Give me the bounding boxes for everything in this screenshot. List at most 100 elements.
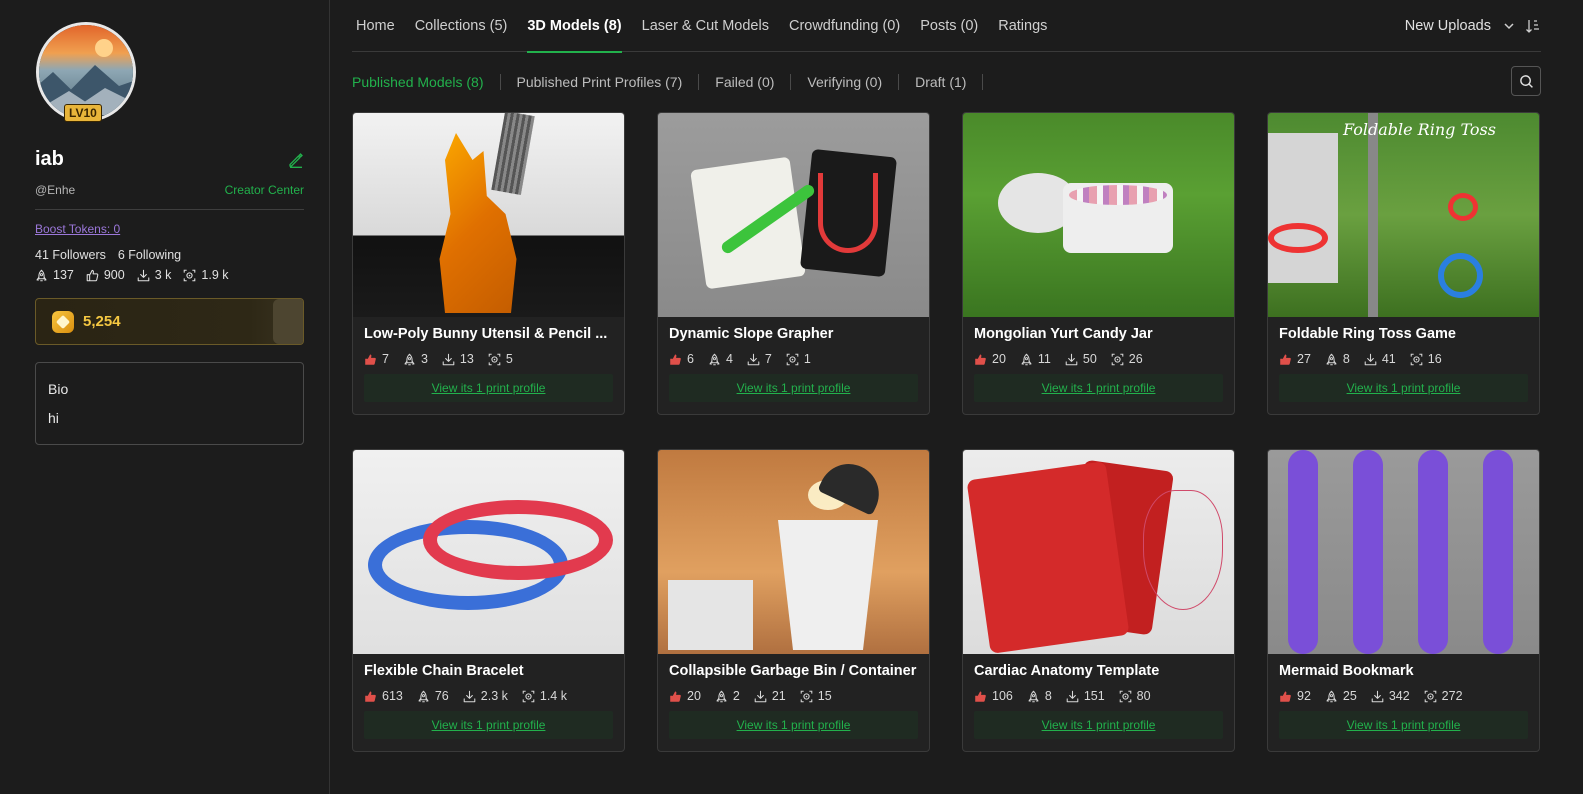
like-icon[interactable] xyxy=(974,690,987,703)
model-grid: Low-Poly Bunny Utensil & Pencil ... 7 3 … xyxy=(352,112,1541,752)
subtab-published-print-profiles[interactable]: Published Print Profiles (7) xyxy=(501,74,700,90)
tab-posts[interactable]: Posts (0) xyxy=(920,0,978,52)
like-icon[interactable] xyxy=(974,353,987,366)
model-title[interactable]: Flexible Chain Bracelet xyxy=(364,663,613,679)
coin-icon xyxy=(52,310,74,333)
subtab-published-models[interactable]: Published Models (8) xyxy=(352,74,501,90)
download-count: 21 xyxy=(771,689,786,703)
model-card[interactable]: Low-Poly Bunny Utensil & Pencil ... 7 3 … xyxy=(352,112,625,415)
like-count: 92 xyxy=(1297,689,1311,703)
download-count: 3 k xyxy=(154,268,172,282)
following-count[interactable]: 6 Following xyxy=(118,248,181,262)
boost-count: 8 xyxy=(1342,352,1350,366)
model-thumbnail[interactable] xyxy=(658,113,929,317)
like-icon[interactable] xyxy=(364,353,377,366)
print-icon xyxy=(800,690,813,703)
boost-count: 3 xyxy=(420,352,428,366)
print-profile-link[interactable]: View its 1 print profile xyxy=(669,711,918,739)
token-decoration xyxy=(273,299,303,344)
model-title[interactable]: Mongolian Yurt Candy Jar xyxy=(974,326,1223,342)
print-icon xyxy=(522,690,535,703)
model-card[interactable]: Foldable Ring Toss Foldable Ring Toss Ga… xyxy=(1267,112,1540,415)
download-icon xyxy=(442,353,455,366)
print-count: 80 xyxy=(1136,689,1151,703)
boost-count: 2 xyxy=(732,689,740,703)
print-profile-link[interactable]: View its 1 print profile xyxy=(364,374,613,402)
print-icon xyxy=(1410,353,1423,366)
print-profile-link[interactable]: View its 1 print profile xyxy=(364,711,613,739)
print-icon xyxy=(183,269,196,282)
like-count: 27 xyxy=(1297,352,1311,366)
model-thumbnail[interactable]: Foldable Ring Toss xyxy=(1268,113,1539,317)
print-count: 1 xyxy=(803,352,811,366)
search-button[interactable] xyxy=(1511,66,1541,96)
tab-collections[interactable]: Collections (5) xyxy=(415,0,508,52)
followers-count[interactable]: 41 Followers xyxy=(35,248,106,262)
user-handle: @Enhe xyxy=(35,183,76,197)
download-icon xyxy=(137,269,150,282)
model-card[interactable]: Collapsible Garbage Bin / Container 20 2… xyxy=(657,449,930,752)
like-icon[interactable] xyxy=(669,690,682,703)
like-icon[interactable] xyxy=(364,690,377,703)
boost-icon xyxy=(1027,690,1040,703)
boost-icon xyxy=(1325,690,1338,703)
model-thumbnail[interactable] xyxy=(1268,450,1539,654)
profile-sidebar: LV10 iab @Enhe Creator Center Boost Toke… xyxy=(0,0,330,794)
model-title[interactable]: Foldable Ring Toss Game xyxy=(1279,326,1528,342)
boost-tokens-link[interactable]: Boost Tokens: 0 xyxy=(35,222,120,236)
like-count: 6 xyxy=(687,352,694,366)
tab-crowdfunding[interactable]: Crowdfunding (0) xyxy=(789,0,900,52)
download-icon xyxy=(1066,690,1079,703)
model-title[interactable]: Cardiac Anatomy Template xyxy=(974,663,1223,679)
edit-icon[interactable] xyxy=(288,152,304,168)
model-thumbnail[interactable] xyxy=(963,113,1234,317)
print-icon xyxy=(1424,690,1437,703)
download-count: 7 xyxy=(764,352,772,366)
print-profile-link[interactable]: View its 1 print profile xyxy=(974,374,1223,402)
print-profile-link[interactable]: View its 1 print profile xyxy=(1279,711,1528,739)
sort-order-icon[interactable] xyxy=(1525,18,1541,34)
subtab-draft[interactable]: Draft (1) xyxy=(899,74,984,90)
model-card[interactable]: Dynamic Slope Grapher 6 4 7 1 View its 1… xyxy=(657,112,930,415)
like-icon[interactable] xyxy=(1279,353,1292,366)
tab-home[interactable]: Home xyxy=(356,0,395,52)
model-thumbnail[interactable] xyxy=(353,450,624,654)
model-card[interactable]: Mongolian Yurt Candy Jar 20 11 50 26 Vie… xyxy=(962,112,1235,415)
model-card[interactable]: Flexible Chain Bracelet 613 76 2.3 k 1.4… xyxy=(352,449,625,752)
model-thumbnail[interactable] xyxy=(658,450,929,654)
boost-icon xyxy=(35,269,48,282)
bio-panel: Bio hi xyxy=(35,362,304,445)
sort-dropdown[interactable]: New Uploads xyxy=(1405,18,1515,34)
like-icon xyxy=(86,269,99,282)
profile-stats: 137 900 3 k 1.9 k xyxy=(35,268,304,282)
boost-count: 76 xyxy=(434,689,449,703)
tab-ratings[interactable]: Ratings xyxy=(998,0,1047,52)
like-count: 20 xyxy=(687,689,701,703)
subtab-verifying[interactable]: Verifying (0) xyxy=(791,74,900,90)
print-count: 15 xyxy=(817,689,832,703)
like-icon[interactable] xyxy=(669,353,682,366)
tab-laser-cut-models[interactable]: Laser & Cut Models xyxy=(642,0,769,52)
subtab-failed[interactable]: Failed (0) xyxy=(699,74,792,90)
model-thumbnail[interactable] xyxy=(963,450,1234,654)
model-title[interactable]: Low-Poly Bunny Utensil & Pencil ... xyxy=(364,326,613,342)
model-title[interactable]: Collapsible Garbage Bin / Container xyxy=(669,663,918,679)
model-card[interactable]: Cardiac Anatomy Template 106 8 151 80 Vi… xyxy=(962,449,1235,752)
thumbnail-caption: Foldable Ring Toss xyxy=(1343,120,1496,139)
print-count: 5 xyxy=(505,352,513,366)
model-card[interactable]: Mermaid Bookmark 92 25 342 272 View its … xyxy=(1267,449,1540,752)
print-profile-link[interactable]: View its 1 print profile xyxy=(974,711,1223,739)
tab-3d-models[interactable]: 3D Models (8) xyxy=(527,0,622,53)
boost-icon xyxy=(403,353,416,366)
level-badge: LV10 xyxy=(64,104,102,122)
print-profile-link[interactable]: View its 1 print profile xyxy=(669,374,918,402)
download-count: 342 xyxy=(1388,689,1410,703)
creator-center-link[interactable]: Creator Center xyxy=(225,183,304,197)
token-balance-card[interactable]: 5,254 xyxy=(35,298,304,345)
model-thumbnail[interactable] xyxy=(353,113,624,317)
print-profile-link[interactable]: View its 1 print profile xyxy=(1279,374,1528,402)
model-title[interactable]: Dynamic Slope Grapher xyxy=(669,326,918,342)
like-icon[interactable] xyxy=(1279,690,1292,703)
model-title[interactable]: Mermaid Bookmark xyxy=(1279,663,1528,679)
boost-count: 137 xyxy=(53,268,74,282)
